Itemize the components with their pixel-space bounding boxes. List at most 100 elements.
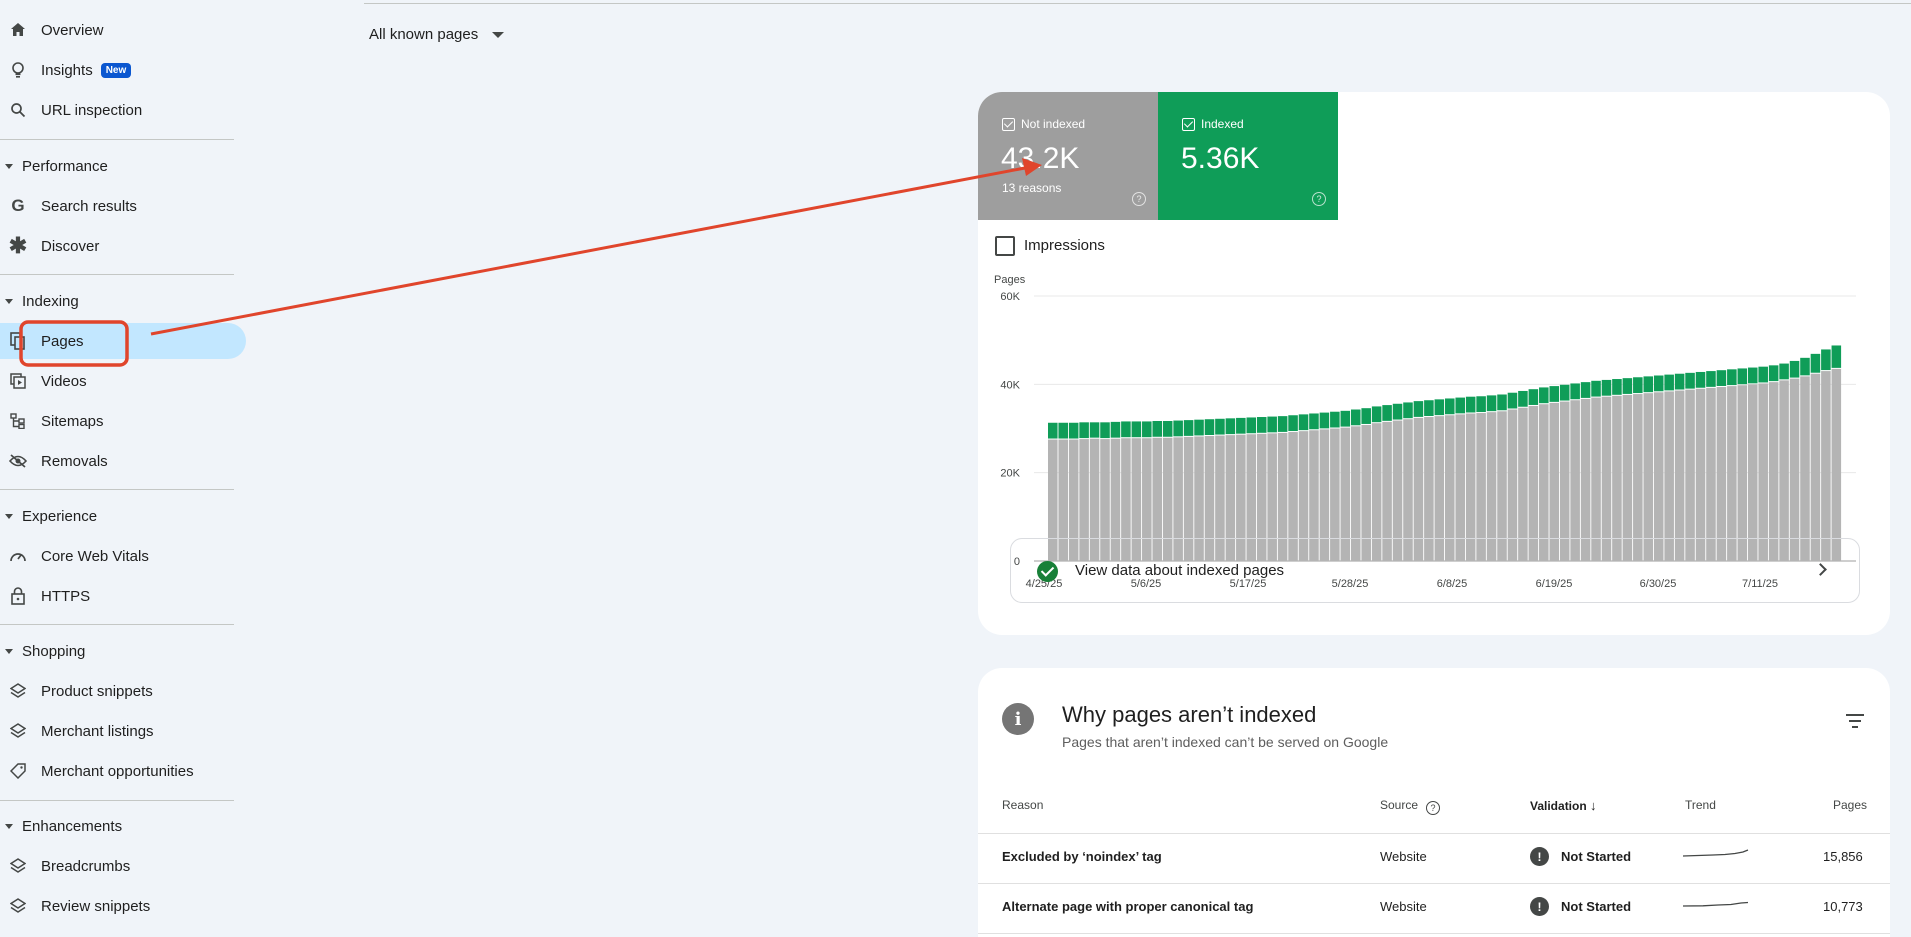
bar-not-indexed[interactable] xyxy=(1612,395,1622,561)
bar-indexed[interactable] xyxy=(1340,410,1351,427)
sidebar-item-merchant-opportunities[interactable]: Merchant opportunities xyxy=(0,753,246,789)
bar-indexed[interactable] xyxy=(1204,419,1215,435)
bar-indexed[interactable] xyxy=(1079,422,1089,439)
bar-indexed[interactable] xyxy=(1591,380,1601,397)
column-reason[interactable]: Reason xyxy=(1002,798,1043,812)
help-icon[interactable]: ? xyxy=(1132,192,1146,206)
bar-not-indexed[interactable] xyxy=(1653,392,1664,561)
sidebar-item-overview[interactable]: Overview xyxy=(0,12,246,48)
impressions-checkbox[interactable] xyxy=(995,236,1015,256)
bar-indexed[interactable] xyxy=(1413,401,1424,417)
sidebar-item-pages[interactable]: Pages xyxy=(0,323,246,359)
bar-indexed[interactable] xyxy=(1674,373,1685,390)
bar-not-indexed[interactable] xyxy=(1779,380,1789,561)
bar-not-indexed[interactable] xyxy=(1570,400,1580,561)
bar-not-indexed[interactable] xyxy=(1800,376,1810,561)
bar-not-indexed[interactable] xyxy=(1716,386,1727,561)
bar-not-indexed[interactable] xyxy=(1706,387,1716,561)
bar-indexed[interactable] xyxy=(1476,396,1486,413)
sidebar-item-url-inspection[interactable]: URL inspection xyxy=(0,92,246,128)
bar-indexed[interactable] xyxy=(1173,420,1183,437)
sidebar-item-insights[interactable]: Insights New xyxy=(0,52,246,88)
filter-icon[interactable] xyxy=(1846,714,1864,728)
sidebar-item-merchant-listings[interactable]: Merchant listings xyxy=(0,713,246,749)
bar-not-indexed[interactable] xyxy=(1758,383,1768,561)
bar-not-indexed[interactable] xyxy=(1591,397,1601,561)
bar-not-indexed[interactable] xyxy=(1810,373,1821,561)
bar-not-indexed[interactable] xyxy=(1622,394,1633,561)
bar-not-indexed[interactable] xyxy=(1695,388,1706,561)
bar-indexed[interactable] xyxy=(1424,400,1434,417)
column-validation[interactable]: Validation ↓ xyxy=(1530,798,1597,813)
bar-indexed[interactable] xyxy=(1068,422,1079,439)
sidebar-item-discover[interactable]: ✱ Discover xyxy=(0,228,246,264)
sidebar-item-core-web-vitals[interactable]: Core Web Vitals xyxy=(0,538,246,574)
bar-indexed[interactable] xyxy=(1058,422,1068,439)
bar-indexed[interactable] xyxy=(1716,370,1727,386)
bar-not-indexed[interactable] xyxy=(1727,386,1737,561)
help-icon[interactable]: ? xyxy=(1426,801,1441,815)
section-enhancements[interactable]: Enhancements xyxy=(0,812,122,840)
sidebar-item-https[interactable]: HTTPS xyxy=(0,578,246,614)
section-performance[interactable]: Performance xyxy=(0,152,108,180)
bar-not-indexed[interactable] xyxy=(1633,394,1643,561)
bar-indexed[interactable] xyxy=(1518,390,1528,407)
bar-indexed[interactable] xyxy=(1685,372,1695,389)
bar-indexed[interactable] xyxy=(1246,417,1257,434)
sidebar-item-removals[interactable]: Removals xyxy=(0,443,246,479)
section-indexing[interactable]: Indexing xyxy=(0,287,79,315)
bar-indexed[interactable] xyxy=(1131,421,1142,438)
bar-indexed[interactable] xyxy=(1382,405,1392,421)
bar-indexed[interactable] xyxy=(1779,363,1789,380)
bar-not-indexed[interactable] xyxy=(1601,396,1612,561)
indexed-tile[interactable]: Indexed 5.36K ? xyxy=(1158,92,1338,220)
bar-indexed[interactable] xyxy=(1539,387,1549,404)
bar-not-indexed[interactable] xyxy=(1737,385,1748,561)
bar-indexed[interactable] xyxy=(1142,421,1152,438)
bar-indexed[interactable] xyxy=(1434,399,1445,416)
bar-indexed[interactable] xyxy=(1330,411,1340,428)
bar-indexed[interactable] xyxy=(1455,397,1465,414)
help-icon[interactable]: ? xyxy=(1312,192,1326,206)
sidebar-item-breadcrumbs[interactable]: Breadcrumbs xyxy=(0,848,246,884)
bar-indexed[interactable] xyxy=(1800,357,1810,376)
bar-not-indexed[interactable] xyxy=(1643,393,1654,561)
sidebar-item-review-snippets[interactable]: Review snippets xyxy=(0,888,246,924)
bar-indexed[interactable] xyxy=(1758,366,1768,383)
column-source[interactable]: Source? xyxy=(1380,798,1441,815)
column-pages[interactable]: Pages xyxy=(1833,798,1867,812)
view-indexed-pages-button[interactable]: View data about indexed pages xyxy=(1010,538,1860,603)
checkbox-checked-icon[interactable] xyxy=(1182,118,1195,131)
bar-indexed[interactable] xyxy=(1789,360,1800,378)
bar-indexed[interactable] xyxy=(1183,420,1194,436)
bar-indexed[interactable] xyxy=(1570,383,1580,400)
bar-indexed[interactable] xyxy=(1747,367,1758,384)
bar-indexed[interactable] xyxy=(1309,413,1319,430)
bar-indexed[interactable] xyxy=(1695,371,1706,388)
section-shopping[interactable]: Shopping xyxy=(0,637,85,665)
bar-indexed[interactable] xyxy=(1486,395,1497,412)
bar-indexed[interactable] xyxy=(1664,374,1674,391)
bar-indexed[interactable] xyxy=(1350,409,1361,426)
bar-indexed[interactable] xyxy=(1727,369,1737,386)
checkbox-checked-icon[interactable] xyxy=(1002,118,1015,131)
bar-indexed[interactable] xyxy=(1319,412,1330,429)
bar-indexed[interactable] xyxy=(1810,353,1821,373)
bar-indexed[interactable] xyxy=(1236,417,1246,434)
bar-indexed[interactable] xyxy=(1549,386,1560,402)
bar-indexed[interactable] xyxy=(1643,376,1654,393)
bar-indexed[interactable] xyxy=(1152,420,1163,437)
bar-not-indexed[interactable] xyxy=(1747,384,1758,561)
bar-not-indexed[interactable] xyxy=(1821,371,1831,561)
bar-indexed[interactable] xyxy=(1277,416,1288,432)
not-indexed-tile[interactable]: Not indexed 43.2K 13 reasons ? xyxy=(978,92,1158,220)
bar-indexed[interactable] xyxy=(1225,418,1236,435)
sidebar-item-videos[interactable]: Videos xyxy=(0,363,246,399)
bar-indexed[interactable] xyxy=(1215,418,1225,435)
bar-indexed[interactable] xyxy=(1559,384,1570,401)
bar-indexed[interactable] xyxy=(1601,379,1612,396)
bar-indexed[interactable] xyxy=(1089,422,1100,438)
bar-indexed[interactable] xyxy=(1048,422,1058,439)
bar-indexed[interactable] xyxy=(1403,402,1413,419)
bar-indexed[interactable] xyxy=(1445,398,1455,415)
